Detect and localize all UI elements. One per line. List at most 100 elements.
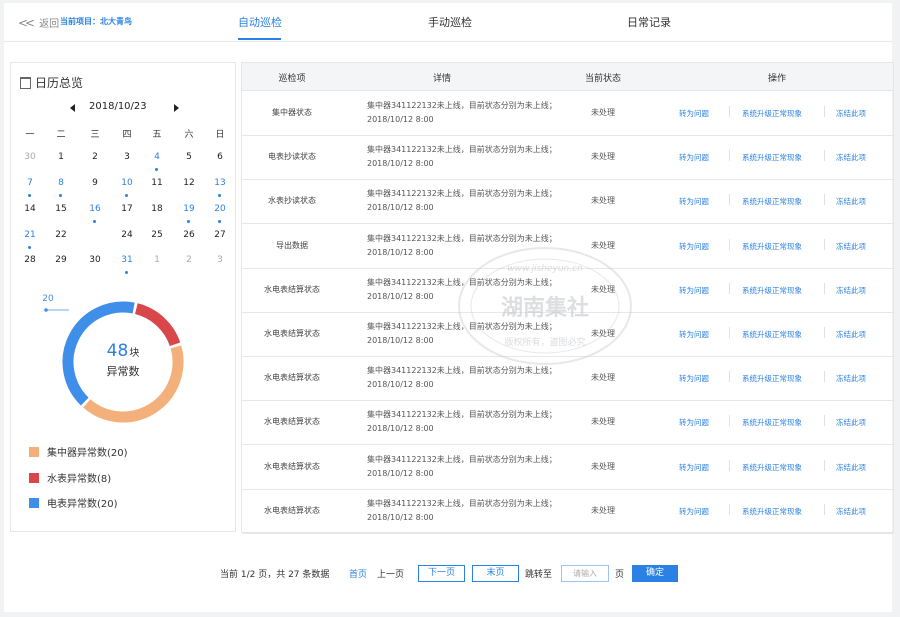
action-mark-upgrade-normal[interactable]: 系统升级正常现象 xyxy=(742,462,802,473)
calendar-day[interactable]: 3 xyxy=(210,251,230,269)
action-freeze-item[interactable]: 冻结此项 xyxy=(836,417,866,428)
legend-label-water-meter: 水表异常数(8) xyxy=(47,474,112,485)
calendar-day[interactable]: 2 xyxy=(179,251,199,269)
action-mark-upgrade-normal[interactable]: 系统升级正常现象 xyxy=(742,506,802,517)
cell-detail-time: 2018/10/12 8:00 xyxy=(367,291,434,301)
cell-inspection-item: 集中器状态 xyxy=(272,108,312,117)
action-convert-to-issue[interactable]: 转为问题 xyxy=(679,241,709,252)
calendar-day[interactable]: 13 xyxy=(210,174,230,197)
next-month-icon[interactable] xyxy=(174,104,179,112)
action-divider xyxy=(824,282,825,294)
pager-next-button[interactable]: 下一页 xyxy=(418,565,465,582)
action-mark-upgrade-normal[interactable]: 系统升级正常现象 xyxy=(742,373,802,384)
calendar-day[interactable]: 11 xyxy=(147,174,167,192)
pager-first[interactable]: 首页 xyxy=(349,567,367,580)
action-mark-upgrade-normal[interactable]: 系统升级正常现象 xyxy=(742,152,802,163)
calendar-day[interactable]: 9 xyxy=(85,174,105,192)
pager-confirm-button[interactable]: 确定 xyxy=(632,565,678,582)
action-freeze-item[interactable]: 冻结此项 xyxy=(836,285,866,296)
action-mark-upgrade-normal[interactable]: 系统升级正常现象 xyxy=(742,285,802,296)
calendar-day[interactable]: 26 xyxy=(179,226,199,244)
calendar-day-number: 6 xyxy=(217,152,223,162)
action-freeze-item[interactable]: 冻结此项 xyxy=(836,152,866,163)
action-divider xyxy=(824,459,825,471)
cell-inspection-item: 水电表结算状态 xyxy=(264,417,320,427)
action-freeze-item[interactable]: 冻结此项 xyxy=(836,329,866,340)
calendar-day[interactable]: 24 xyxy=(117,226,137,244)
table-row: 水电表结算状态 集中器341122132未上线，目前状态分别为未上线； 2018/1… xyxy=(242,489,893,534)
calendar-day[interactable]: 8 xyxy=(51,174,71,197)
table-row: 集中器状态 集中器341122132未上线，目前状态分别为未上线； 2018/10/… xyxy=(242,91,893,136)
action-freeze-item[interactable]: 冻结此项 xyxy=(836,373,866,384)
calendar-day[interactable]: 27 xyxy=(210,226,230,244)
calendar-day[interactable]: 17 xyxy=(117,200,137,218)
calendar-day[interactable]: 30 xyxy=(20,148,40,166)
pager-prev[interactable]: 上一页 xyxy=(377,567,404,580)
action-convert-to-issue[interactable]: 转为问题 xyxy=(679,329,709,340)
calendar-day[interactable]: 25 xyxy=(147,226,167,244)
calendar-day[interactable]: 3 xyxy=(117,148,137,166)
action-divider xyxy=(729,238,730,250)
calendar-day[interactable]: 31 xyxy=(117,251,137,274)
calendar-day[interactable]: 18 xyxy=(147,200,167,218)
action-mark-upgrade-normal[interactable]: 系统升级正常现象 xyxy=(742,241,802,252)
calendar-day[interactable]: 30 xyxy=(85,251,105,269)
action-mark-upgrade-normal[interactable]: 系统升级正常现象 xyxy=(742,329,802,340)
tab-auto-inspection[interactable]: 自动巡检 xyxy=(238,14,282,30)
action-convert-to-issue[interactable]: 转为问题 xyxy=(679,108,709,119)
calendar-day[interactable]: 29 xyxy=(51,251,71,269)
calendar-day-number: 11 xyxy=(151,178,163,188)
action-convert-to-issue[interactable]: 转为问题 xyxy=(679,417,709,428)
calendar-day[interactable]: 4 xyxy=(147,148,167,171)
calendar-day[interactable]: 7 xyxy=(20,174,40,197)
action-mark-upgrade-normal[interactable]: 系统升级正常现象 xyxy=(742,417,802,428)
calendar-day-selected[interactable]: 23 xyxy=(85,226,105,244)
calendar-day[interactable]: 19 xyxy=(179,200,199,223)
header-inspection-item: 巡检项 xyxy=(278,74,306,84)
calendar-day[interactable]: 6 xyxy=(210,148,230,166)
calendar-day[interactable]: 21 xyxy=(20,226,40,249)
cell-inspection-item: 水电表结算状态 xyxy=(264,284,320,294)
cell-detail-text: 集中器341122132未上线，目前状态分别为未上线； xyxy=(367,233,557,243)
calendar-day[interactable]: 22 xyxy=(51,226,71,244)
calendar-day[interactable]: 20 xyxy=(210,200,230,223)
pager-last-button[interactable]: 末页 xyxy=(472,565,519,582)
action-convert-to-issue[interactable]: 转为问题 xyxy=(679,152,709,163)
calendar-day[interactable]: 5 xyxy=(179,148,199,166)
prev-month-icon[interactable] xyxy=(70,104,75,112)
action-convert-to-issue[interactable]: 转为问题 xyxy=(679,285,709,296)
back-button[interactable]: << 返回 xyxy=(18,15,60,31)
cell-inspection-item: 水电表结算状态 xyxy=(264,373,320,383)
calendar-day[interactable]: 28 xyxy=(20,251,40,269)
action-freeze-item[interactable]: 冻结此项 xyxy=(836,108,866,119)
action-freeze-item[interactable]: 冻结此项 xyxy=(836,462,866,473)
tab-daily-records[interactable]: 日常记录 xyxy=(627,14,671,30)
callout-dot xyxy=(44,308,48,312)
action-divider xyxy=(824,106,825,117)
calendar-day[interactable]: 15 xyxy=(51,200,71,218)
action-convert-to-issue[interactable]: 转为问题 xyxy=(679,506,709,517)
action-mark-upgrade-normal[interactable]: 系统升级正常现象 xyxy=(742,196,802,207)
tab-manual-inspection[interactable]: 手动巡检 xyxy=(428,14,472,30)
action-mark-upgrade-normal[interactable]: 系统升级正常现象 xyxy=(742,108,802,119)
pager-info: 当前 1/2 页，共 27 条数据 xyxy=(220,570,330,580)
action-freeze-item[interactable]: 冻结此项 xyxy=(836,196,866,207)
calendar-day[interactable]: 10 xyxy=(117,174,137,197)
calendar-day-number: 9 xyxy=(92,178,98,188)
cell-detail-time: 2018/10/12 8:00 xyxy=(367,512,434,522)
action-convert-to-issue[interactable]: 转为问题 xyxy=(679,373,709,384)
calendar-day[interactable]: 14 xyxy=(20,200,40,218)
action-convert-to-issue[interactable]: 转为问题 xyxy=(679,196,709,207)
action-freeze-item[interactable]: 冻结此项 xyxy=(836,241,866,252)
pager-page-input[interactable]: 请输入 xyxy=(561,565,609,582)
calendar-day[interactable]: 1 xyxy=(147,251,167,269)
calendar-day[interactable]: 12 xyxy=(179,174,199,192)
action-convert-to-issue[interactable]: 转为问题 xyxy=(679,462,709,473)
legend-swatch-blue xyxy=(29,497,39,508)
table-row: 水电表结算状态 集中器341122132未上线，目前状态分别为未上线； 2018/1… xyxy=(242,356,893,402)
calendar-day[interactable]: 1 xyxy=(51,148,71,166)
calendar-day[interactable]: 2 xyxy=(85,148,105,166)
back-label: 返回 xyxy=(39,19,60,30)
calendar-day[interactable]: 16 xyxy=(85,200,105,223)
action-freeze-item[interactable]: 冻结此项 xyxy=(836,506,866,517)
